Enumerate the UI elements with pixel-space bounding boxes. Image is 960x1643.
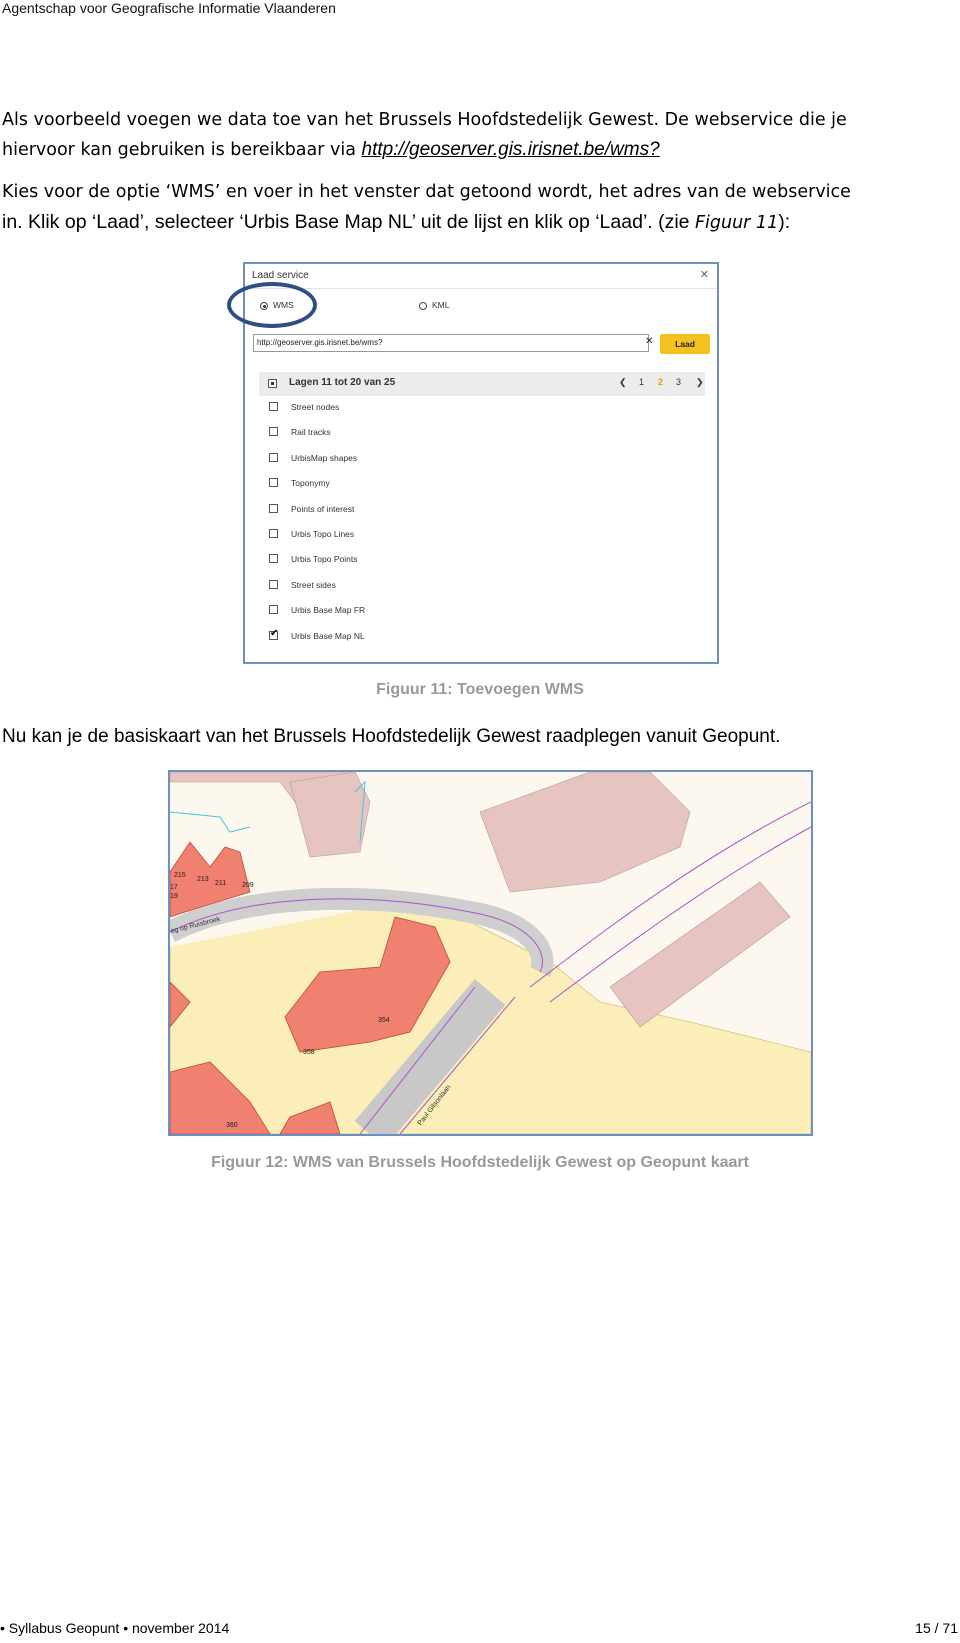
load-service-dialog: Laad service ✕ WMS KML http://geoserver.… bbox=[227, 262, 719, 664]
service-url-input[interactable]: http://geoserver.gis.irisnet.be/wms? bbox=[253, 334, 649, 352]
layer-checkbox[interactable]: ✔ bbox=[269, 627, 279, 640]
page-number: 15 / 71 bbox=[915, 1620, 958, 1636]
next-page-icon[interactable]: ❯ bbox=[696, 377, 704, 388]
layer-label: Urbis Topo Points bbox=[291, 554, 358, 565]
figure-12-caption: Figuur 12: WMS van Brussels Hoofdstedeli… bbox=[211, 1154, 749, 1171]
dialog-divider bbox=[245, 288, 717, 289]
clear-url-icon[interactable]: ✕ bbox=[645, 336, 653, 347]
layer-checkbox[interactable] bbox=[269, 579, 278, 589]
layer-label: Rail tracks bbox=[291, 427, 331, 438]
page-2-current[interactable]: 2 bbox=[658, 377, 663, 387]
select-all-checkbox[interactable] bbox=[268, 379, 277, 388]
wms-radio-label: WMS bbox=[273, 300, 294, 310]
page-3-link[interactable]: 3 bbox=[676, 377, 681, 387]
document-header: Agentschap voor Geografische Informatie … bbox=[2, 0, 336, 16]
house-number-213: 213 bbox=[197, 876, 209, 883]
layer-list: Street nodes Rail tracks UrbisMap shapes To… bbox=[245, 400, 715, 660]
paragraph-1-line-1: Als voorbeeld voegen we data toe van het… bbox=[2, 110, 847, 130]
house-number-358: 358 bbox=[303, 1049, 315, 1056]
layer-checkbox[interactable] bbox=[269, 503, 278, 513]
house-number-360: 360 bbox=[226, 1122, 238, 1129]
figure-11-reference: Figuur 11 bbox=[694, 213, 779, 233]
layer-checkbox[interactable] bbox=[269, 402, 278, 411]
footer-title: • Syllabus Geopunt • november 2014 bbox=[0, 1620, 230, 1636]
paragraph-2-suffix: ): bbox=[778, 211, 791, 233]
layer-label: UrbisMap shapes bbox=[291, 452, 358, 463]
layer-checkbox[interactable] bbox=[269, 427, 278, 437]
house-number-211: 211 bbox=[215, 880, 227, 887]
dialog-title: Laad service bbox=[252, 270, 309, 281]
paragraph-3: Nu kan je de basiskaart van het Brussels… bbox=[2, 726, 781, 747]
layer-checkbox[interactable] bbox=[269, 554, 278, 564]
house-number-17: 17 bbox=[170, 884, 178, 891]
partial-mark bbox=[271, 382, 274, 385]
kml-radio-label: KML bbox=[432, 300, 450, 310]
checkmark-icon: ✔ bbox=[270, 627, 279, 639]
paragraph-1-line-2: hiervoor kan gebruiken is bereikbaar via… bbox=[2, 135, 660, 165]
layer-list-header: Lagen 11 tot 20 van 25 ❮ 1 2 3 ❯ bbox=[259, 372, 705, 396]
webservice-link[interactable]: http://geoserver.gis.irisnet.be/wms? bbox=[362, 139, 660, 160]
layer-checkbox[interactable] bbox=[269, 478, 278, 488]
layer-label: Urbis Base Map NL bbox=[291, 630, 365, 641]
page-1-link[interactable]: 1 bbox=[639, 377, 644, 387]
layer-label: Toponymy bbox=[291, 478, 330, 489]
wms-radio[interactable] bbox=[260, 302, 268, 310]
kml-radio[interactable] bbox=[419, 302, 427, 310]
layer-label: Urbis Base Map FR bbox=[291, 605, 366, 616]
layer-label: Points of interest bbox=[291, 503, 355, 514]
layer-checkbox[interactable] bbox=[269, 452, 278, 462]
layer-range-label: Lagen 11 tot 20 van 25 bbox=[289, 377, 396, 388]
figure-11-caption: Figuur 11: Toevoegen WMS bbox=[376, 681, 584, 698]
paragraph-2-line-1: Kies voor de optie ‘WMS’ en voer in het … bbox=[2, 182, 851, 202]
house-number-19: 19 bbox=[170, 893, 178, 900]
brussels-wms-map[interactable]: 215 213 211 209 17 19 354 358 360 eg op … bbox=[168, 770, 813, 1136]
layer-label: Urbis Topo Lines bbox=[291, 529, 355, 539]
house-number-209: 209 bbox=[242, 882, 254, 889]
layer-checkbox[interactable] bbox=[269, 529, 278, 538]
layer-label: Street sides bbox=[291, 579, 336, 590]
paragraph-2-text: in. Klik op ‘Laad’, selecteer ‘Urbis Bas… bbox=[2, 211, 695, 233]
paragraph-2-line-2: in. Klik op ‘Laad’, selecteer ‘Urbis Bas… bbox=[2, 207, 790, 238]
wms-highlight-ellipse bbox=[227, 282, 317, 328]
house-number-354: 354 bbox=[378, 1017, 390, 1024]
layer-checkbox[interactable] bbox=[269, 605, 278, 615]
close-icon[interactable]: ✕ bbox=[700, 268, 709, 281]
layer-label: Street nodes bbox=[291, 402, 340, 412]
prev-page-icon[interactable]: ❮ bbox=[619, 377, 627, 388]
load-button[interactable]: Laad bbox=[660, 334, 710, 354]
map-canvas bbox=[170, 772, 811, 1134]
paragraph-1-text: hiervoor kan gebruiken is bereikbaar via bbox=[2, 140, 362, 160]
house-number-215: 215 bbox=[174, 872, 186, 879]
